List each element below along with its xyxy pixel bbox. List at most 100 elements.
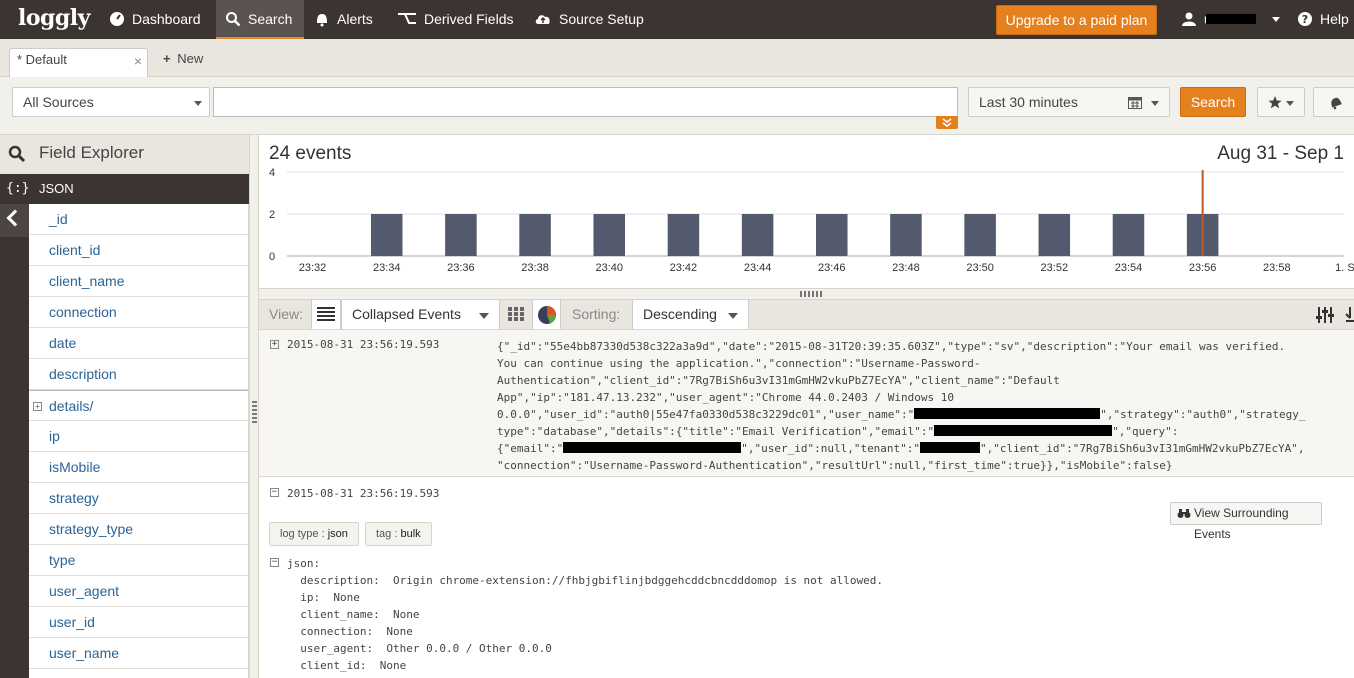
- nav-source-setup[interactable]: Source Setup: [534, 0, 644, 39]
- search-icon: [8, 145, 26, 163]
- json-line: ip: None: [287, 591, 360, 604]
- nav-alerts-label: Alerts: [337, 11, 373, 27]
- chart-bar[interactable]: [593, 214, 626, 256]
- x-tick-label: 23:58: [1263, 262, 1291, 274]
- field-item[interactable]: + details/: [29, 390, 248, 421]
- settings-sliders-icon[interactable]: [1315, 306, 1335, 324]
- json-line: connection: None: [287, 625, 413, 638]
- collapse-icon[interactable]: −: [270, 488, 279, 497]
- x-tick-label: 23:56: [1189, 262, 1217, 274]
- field-item-label: client_name: [49, 273, 125, 289]
- json-line: client_name: None: [287, 608, 420, 621]
- chart-bar[interactable]: [1038, 214, 1071, 256]
- field-item-label: strategy: [49, 490, 99, 506]
- grip-icon: [800, 291, 824, 297]
- chart-bar[interactable]: [370, 214, 403, 256]
- log-type-tag[interactable]: log type : json: [269, 522, 359, 546]
- nav-alerts[interactable]: Alerts: [314, 0, 373, 39]
- event-raw-text: {"_id":"55e4bb87330d538c322a3a9d","date"…: [497, 338, 1335, 474]
- field-item[interactable]: _id: [29, 204, 248, 235]
- event-line: ","query":: [1112, 425, 1179, 438]
- chart-bar[interactable]: [890, 214, 922, 256]
- event-timestamp: 2015-08-31 23:56:19.593: [287, 487, 440, 500]
- field-explorer-header: Field Explorer: [0, 135, 258, 174]
- view-mode-select[interactable]: Collapsed Events: [341, 300, 500, 329]
- field-item[interactable]: ip: [29, 421, 248, 452]
- json-line: description: Origin chrome-extension://f…: [287, 574, 884, 587]
- search-button[interactable]: Search: [1180, 87, 1246, 117]
- field-explorer-title: Field Explorer: [39, 143, 144, 162]
- close-icon[interactable]: ×: [134, 50, 142, 72]
- field-item[interactable]: client_id: [29, 235, 248, 266]
- nav-derived-fields[interactable]: Derived Fields: [397, 0, 513, 39]
- view-toolbar: View: Collapsed Events Sorting: Descendi…: [259, 300, 1354, 330]
- x-tick-label: 23:54: [1115, 262, 1143, 274]
- expand-search-icon[interactable]: [936, 116, 958, 129]
- event-timeline-chart[interactable]: 0 2 4 23:32 23:34 23:36 23:38 23:40 23:42 23:44 23…: [259, 165, 1354, 285]
- alert-button[interactable]: [1313, 87, 1354, 117]
- field-item[interactable]: user_agent: [29, 576, 248, 607]
- chart-resize-handle[interactable]: [259, 288, 1354, 300]
- loggly-logo[interactable]: loggly: [18, 5, 90, 31]
- field-item-label: type: [49, 552, 76, 568]
- event-line: type":"database","details":{"title":"Ema…: [497, 425, 935, 438]
- field-item-label: isMobile: [49, 459, 101, 475]
- sidebar-resize-handle[interactable]: [249, 135, 259, 678]
- field-item[interactable]: connection: [29, 297, 248, 328]
- results-panel: 24 events Aug 31 - Sep 1 0 2 4 23:32 23:34 23…: [259, 135, 1354, 678]
- upgrade-button[interactable]: Upgrade to a paid plan: [996, 5, 1157, 35]
- event-timestamp: 2015-08-31 23:56:19.593: [287, 338, 440, 351]
- chart-bar[interactable]: [741, 214, 774, 256]
- chart-bar[interactable]: [519, 214, 551, 256]
- nav-search[interactable]: Search: [216, 0, 304, 39]
- tab-default[interactable]: * Default ×: [9, 48, 148, 78]
- list-icon: [317, 307, 335, 321]
- field-item[interactable]: client_name: [29, 266, 248, 297]
- chart-bar[interactable]: [1112, 214, 1145, 256]
- field-item[interactable]: description: [29, 359, 248, 390]
- field-item[interactable]: strategy_type: [29, 514, 248, 545]
- json-group-header[interactable]: {:} JSON: [0, 174, 249, 204]
- sort-order-value: Descending: [643, 306, 717, 322]
- chart-bar[interactable]: [964, 214, 996, 256]
- saved-searches-button[interactable]: [1257, 87, 1305, 117]
- new-tab-label: New: [177, 51, 204, 66]
- field-item-label: description: [49, 366, 117, 382]
- field-item[interactable]: strategy: [29, 483, 248, 514]
- field-item[interactable]: isMobile: [29, 452, 248, 483]
- event-row[interactable]: + 2015-08-31 23:56:19.593 {"_id":"55e4bb…: [259, 330, 1354, 477]
- x-tick-label: 23:48: [892, 262, 920, 274]
- new-tab-button[interactable]: + New: [163, 51, 203, 66]
- chart-bar[interactable]: [816, 214, 848, 256]
- nav-search-label: Search: [248, 11, 293, 27]
- time-range-select[interactable]: Last 30 minutes: [968, 87, 1170, 117]
- tag-tag[interactable]: tag : bulk: [365, 522, 432, 546]
- nav-dashboard[interactable]: Dashboard: [109, 0, 201, 39]
- download-icon[interactable]: [1345, 306, 1354, 324]
- source-select[interactable]: All Sources: [12, 87, 210, 117]
- sort-order-select[interactable]: Descending: [632, 300, 749, 329]
- collapse-sidebar-strip[interactable]: [0, 204, 29, 678]
- pie-view-toggle[interactable]: [532, 300, 561, 329]
- list-view-toggle[interactable]: [311, 300, 341, 329]
- field-item[interactable]: user_id: [29, 607, 248, 638]
- field-item[interactable]: user_name: [29, 638, 248, 669]
- field-item[interactable]: date: [29, 328, 248, 359]
- tag-value: bulk: [400, 528, 421, 540]
- cloud-upload-icon: [535, 15, 550, 24]
- grid-view-toggle[interactable]: [504, 300, 532, 329]
- date-range: Aug 31 - Sep 1: [1217, 143, 1344, 164]
- search-input[interactable]: [213, 87, 958, 117]
- expand-icon[interactable]: +: [33, 402, 42, 411]
- field-list: _id client_id client_name connection date des…: [29, 204, 249, 678]
- view-surrounding-events-button[interactable]: View Surrounding Events: [1170, 502, 1322, 541]
- expand-icon[interactable]: +: [270, 340, 279, 349]
- event-row-expanded[interactable]: − 2015-08-31 23:56:19.593 log type : jso…: [259, 478, 1354, 678]
- dashboard-icon: [110, 12, 124, 26]
- field-item[interactable]: type: [29, 545, 248, 576]
- help-menu[interactable]: ? Help: [1297, 0, 1349, 39]
- collapse-button[interactable]: [0, 204, 29, 237]
- chart-bar[interactable]: [667, 214, 700, 256]
- chart-bar[interactable]: [445, 214, 477, 256]
- json-line: user_agent: Other 0.0.0 / Other 0.0.0: [287, 642, 552, 655]
